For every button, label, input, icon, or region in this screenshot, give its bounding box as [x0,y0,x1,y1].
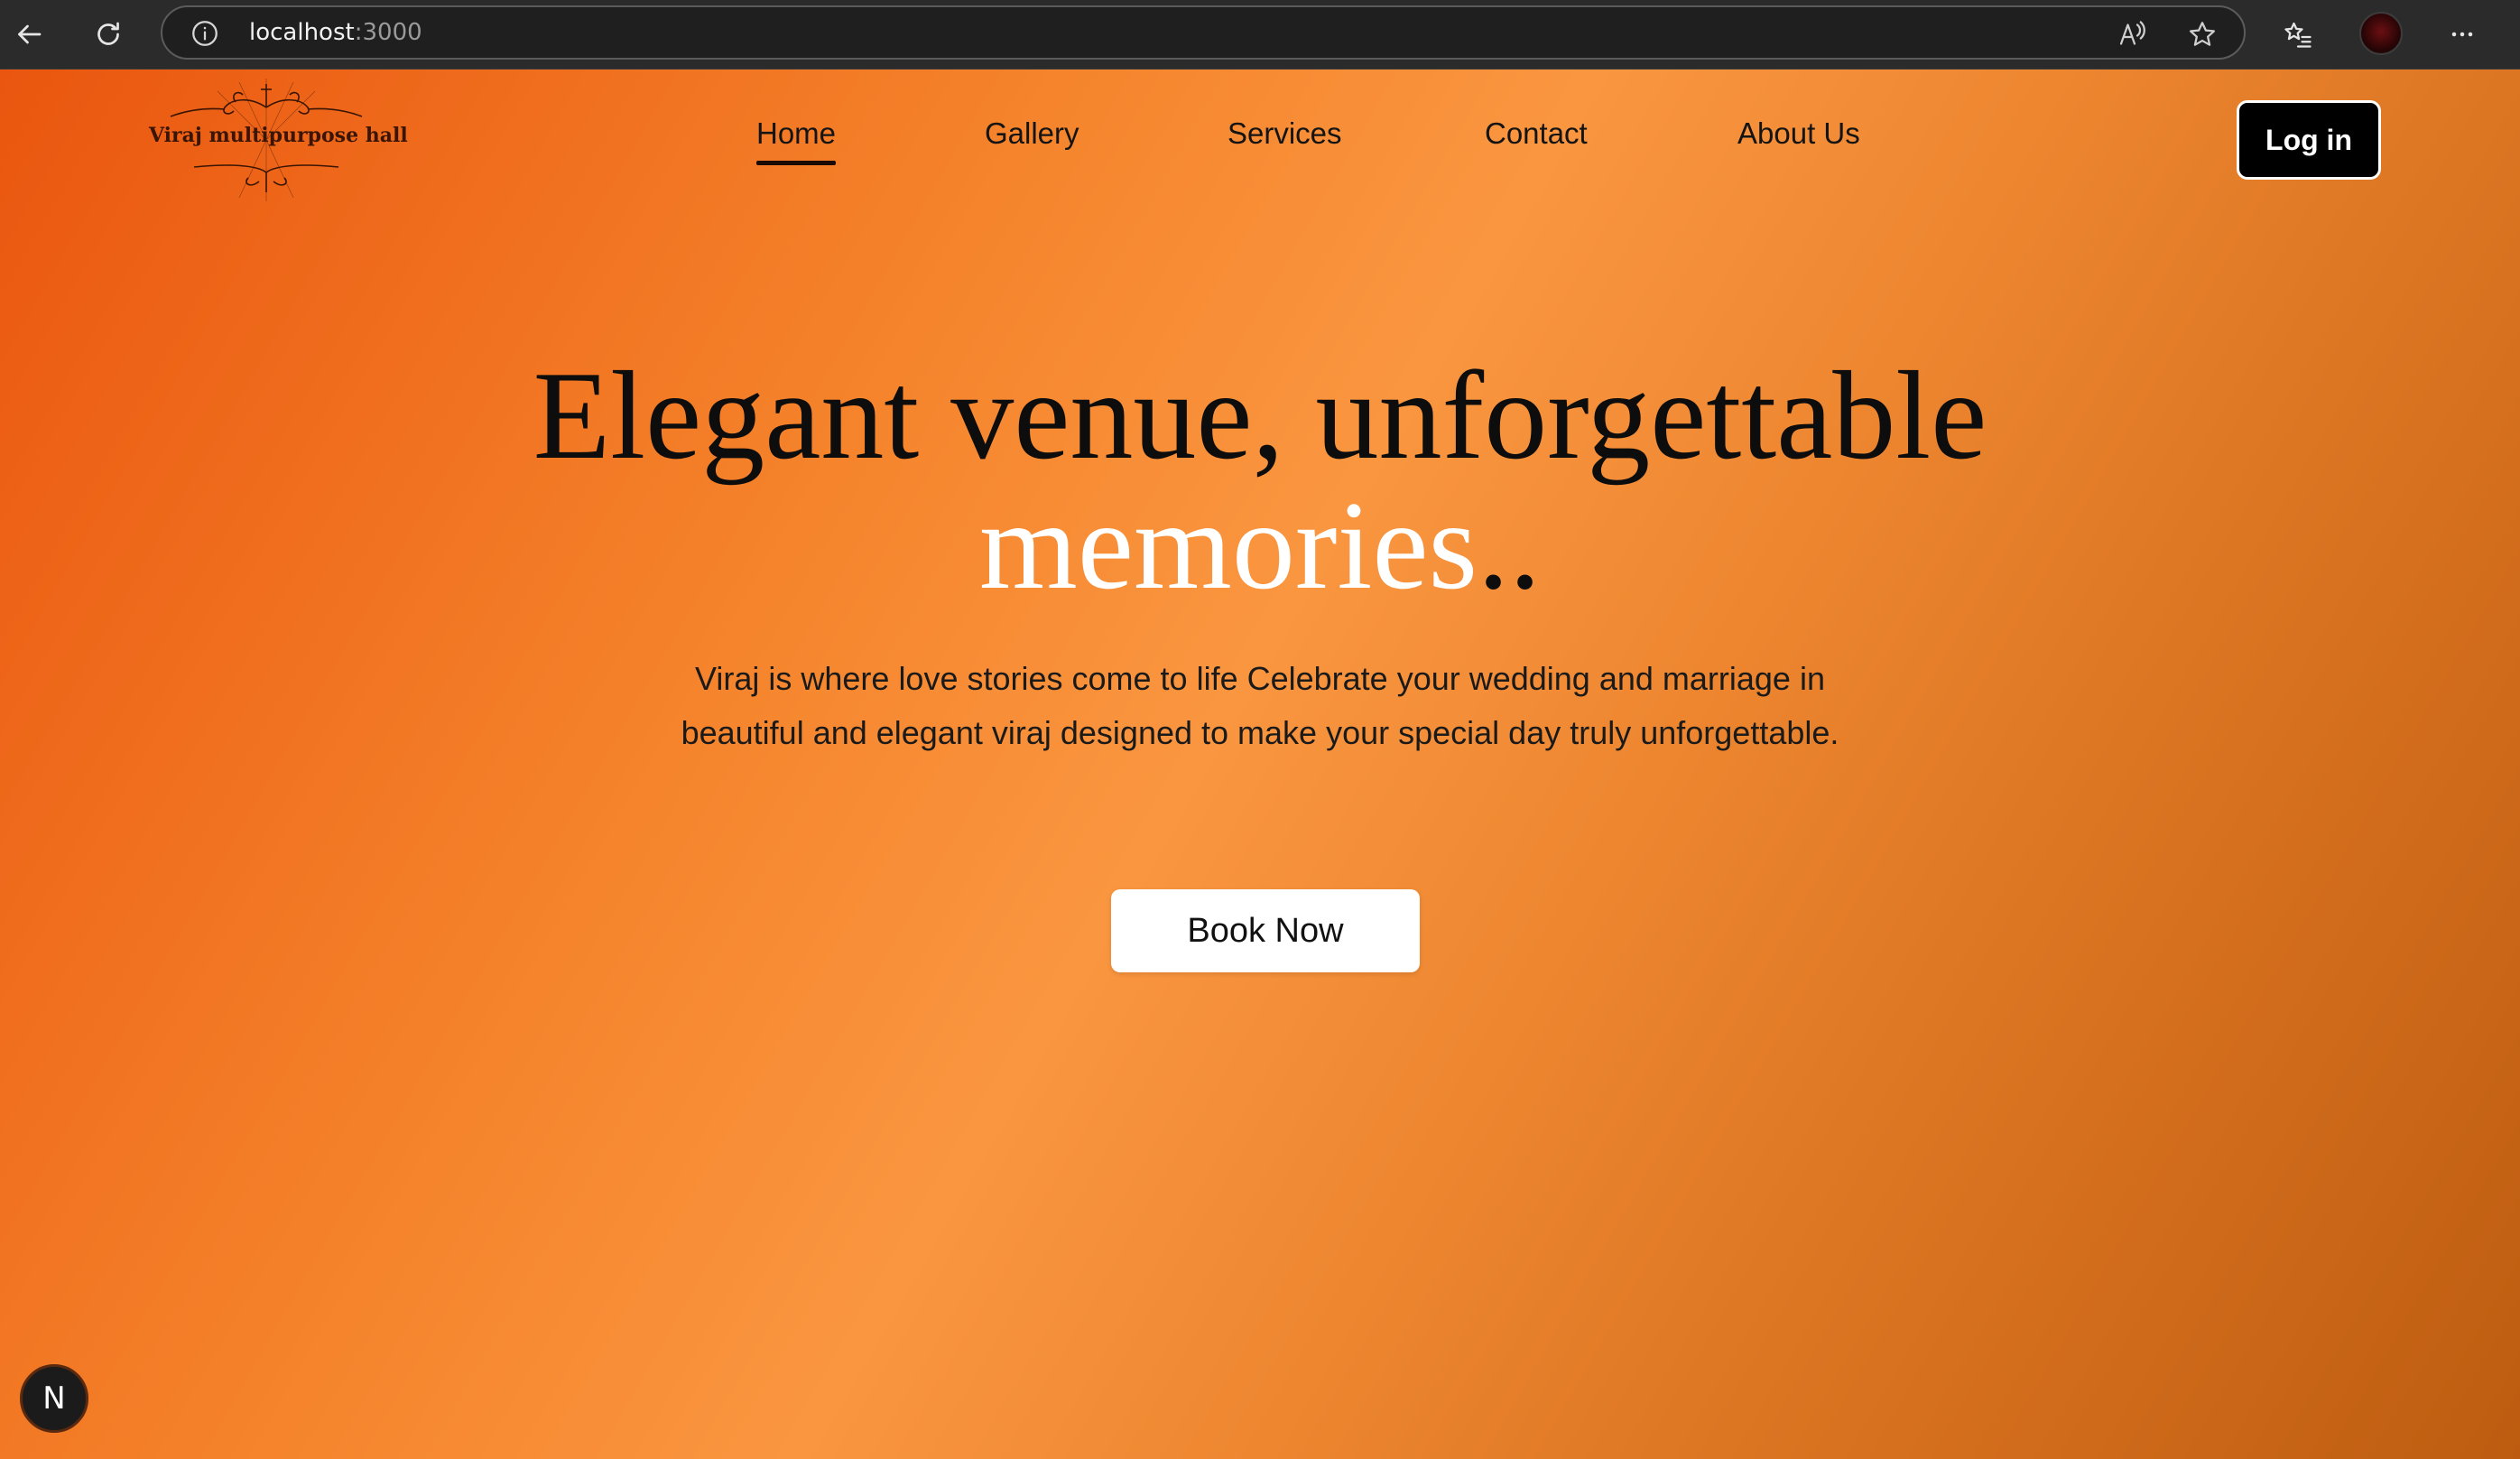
star-icon[interactable] [2186,18,2219,51]
reload-icon[interactable] [83,9,134,60]
avatar[interactable] [2359,12,2403,55]
login-button[interactable]: Log in [2237,100,2381,180]
browser-toolbar: localhost:3000 [0,0,2520,70]
book-now-button[interactable]: Book Now [1111,889,1420,972]
favorites-list-icon[interactable] [2273,9,2323,60]
nav-gallery[interactable]: Gallery [985,116,1079,151]
back-arrow-icon[interactable] [4,9,54,60]
address-bar[interactable]: localhost:3000 [161,5,2246,60]
hero-title-end: .. [1478,476,1542,616]
read-aloud-icon[interactable] [2116,18,2148,51]
hero-title-line1: Elegant venue, unforgettable [533,346,1987,486]
nav-services[interactable]: Services [1228,116,1342,151]
info-icon[interactable] [190,18,220,49]
url-port: :3000 [354,19,422,46]
hero-description: Viraj is where love stories come to life… [681,660,1839,751]
nav-home[interactable]: Home [756,116,837,165]
url-host: localhost [249,19,355,46]
page-viewport: Viraj multipurpose hall Home Gallery Ser… [0,70,2520,1459]
more-icon[interactable] [2437,9,2488,60]
url-text[interactable]: localhost:3000 [249,7,422,58]
hero-title: Elegant venue, unforgettable memories.. [0,351,2520,611]
main-nav: Home Gallery Services Contact About Us [0,116,2520,165]
hero-title-highlight: memories [978,476,1478,616]
nextjs-dev-badge[interactable]: N [20,1364,88,1433]
nav-about-us[interactable]: About Us [1737,116,1860,151]
nav-contact[interactable]: Contact [1485,116,1588,151]
